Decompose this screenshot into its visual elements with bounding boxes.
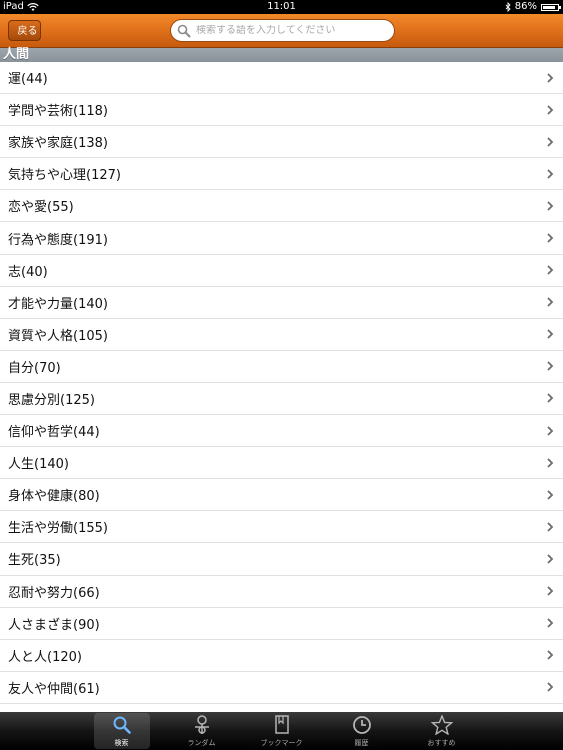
list-item-label: 信仰や哲学(44) — [8, 425, 100, 441]
list-item-label: 才能や力量(140) — [8, 296, 108, 312]
status-time: 11:01 — [267, 1, 296, 12]
list-item[interactable]: 恋や愛(55) — [0, 190, 563, 223]
list-item-label: 人さまざま(90) — [8, 617, 100, 633]
section-header: 人間 — [0, 48, 563, 62]
chevron-right-icon — [547, 169, 554, 179]
list-item-label: 志(40) — [8, 264, 48, 280]
list-item-label: 思慮分別(125) — [8, 392, 95, 408]
list-item-label: 生死(35) — [8, 553, 61, 569]
list-item[interactable]: 友人や仲間(61) — [0, 672, 563, 704]
tab-label: ランダム — [187, 739, 216, 747]
bookmark-icon — [254, 715, 310, 735]
random-icon — [174, 715, 230, 735]
chevron-right-icon — [547, 361, 554, 372]
search-input[interactable] — [196, 25, 394, 36]
chevron-right-icon — [547, 618, 554, 628]
list-item[interactable]: 家族や家庭(138) — [0, 126, 563, 159]
chevron-right-icon — [547, 297, 554, 307]
chevron-right-icon — [547, 682, 554, 692]
tab-bar: 検索 ランダム ブックマーク 履歴 おすすめ — [0, 712, 563, 750]
list-item-label: 運(44) — [8, 72, 48, 88]
chevron-right-icon — [547, 650, 554, 660]
tab-label: 履歴 — [354, 739, 369, 747]
battery-icon — [541, 3, 561, 11]
list-item[interactable]: 人と人(120) — [0, 640, 563, 672]
list-item[interactable]: 才能や力量(140) — [0, 287, 563, 319]
chevron-right-icon — [547, 522, 554, 532]
list-item-label: 身体や健康(80) — [8, 489, 100, 505]
list-item[interactable]: 身体や健康(80) — [0, 479, 563, 512]
category-list: 運(44) 学問や芸術(118) 家族や家庭(138) 気持ちや心理(127) 恋や愛(… — [0, 62, 563, 704]
list-item[interactable]: 人生(140) — [0, 447, 563, 480]
chevron-right-icon — [547, 137, 554, 147]
list-item[interactable]: 生活や労働(155) — [0, 511, 563, 544]
tab-star[interactable]: おすすめ — [414, 713, 470, 749]
list-item-label: 自分(70) — [8, 360, 61, 376]
star-icon — [414, 715, 470, 735]
list-item-label: 人生(140) — [8, 457, 69, 473]
chevron-right-icon — [547, 554, 554, 564]
chevron-right-icon — [547, 458, 554, 468]
list-item[interactable]: 学問や芸術(118) — [0, 94, 563, 127]
list-item[interactable]: 人さまざま(90) — [0, 608, 563, 640]
search-icon — [94, 715, 150, 735]
chevron-right-icon — [547, 105, 554, 115]
chevron-right-icon — [547, 201, 554, 211]
battery-percent: 86% — [514, 1, 537, 12]
tab-bookmark[interactable]: ブックマーク — [254, 713, 310, 749]
list-item-label: 友人や仲間(61) — [8, 681, 100, 697]
tab-clock[interactable]: 履歴 — [334, 713, 390, 749]
list-item-label: 人と人(120) — [8, 649, 82, 665]
list-item[interactable]: 資質や人格(105) — [0, 319, 563, 351]
tab-label: おすすめ — [427, 739, 456, 747]
tab-search[interactable]: 検索 — [93, 713, 150, 749]
list-item[interactable]: 行為や態度(191) — [0, 222, 563, 255]
list-item[interactable]: 忍耐や努力(66) — [0, 576, 563, 608]
chevron-right-icon — [547, 72, 554, 83]
list-item-label: 生活や労働(155) — [8, 521, 108, 537]
list-item[interactable]: 気持ちや心理(127) — [0, 158, 563, 191]
search-icon — [177, 24, 191, 37]
chevron-right-icon — [547, 586, 554, 596]
chevron-right-icon — [547, 393, 554, 404]
status-right: 86% — [505, 0, 561, 14]
list-item-label: 資質や人格(105) — [8, 328, 108, 344]
tab-label: ブックマーク — [260, 739, 303, 747]
chevron-right-icon — [547, 329, 554, 339]
chevron-right-icon — [547, 233, 554, 243]
list-item[interactable]: 思慮分別(125) — [0, 383, 563, 416]
list-item-label: 気持ちや心理(127) — [8, 168, 121, 184]
list-item[interactable]: 信仰や哲学(44) — [0, 415, 563, 448]
list-item[interactable]: 自分(70) — [0, 351, 563, 383]
list-item-label: 忍耐や努力(66) — [8, 585, 100, 601]
chevron-right-icon — [547, 490, 554, 500]
search-field[interactable] — [170, 19, 395, 42]
list-item[interactable]: 志(40) — [0, 255, 563, 287]
list-item[interactable]: 生死(35) — [0, 543, 563, 576]
list-item-label: 家族や家庭(138) — [8, 136, 108, 152]
clock-icon — [334, 715, 390, 735]
list-item-label: 行為や態度(191) — [8, 232, 108, 248]
tab-label: 検索 — [114, 739, 129, 747]
list-item[interactable]: 運(44) — [0, 62, 563, 95]
list-item-label: 恋や愛(55) — [8, 200, 74, 216]
tab-random[interactable]: ランダム — [174, 713, 230, 749]
chevron-right-icon — [547, 425, 554, 436]
back-button[interactable]: 戻る — [8, 20, 41, 41]
navigation-bar: 戻る — [0, 14, 563, 48]
chevron-right-icon — [547, 265, 554, 275]
bluetooth-icon — [505, 2, 511, 12]
status-bar: iPad 11:01 86% — [0, 0, 563, 14]
list-item-label: 学問や芸術(118) — [8, 104, 108, 120]
